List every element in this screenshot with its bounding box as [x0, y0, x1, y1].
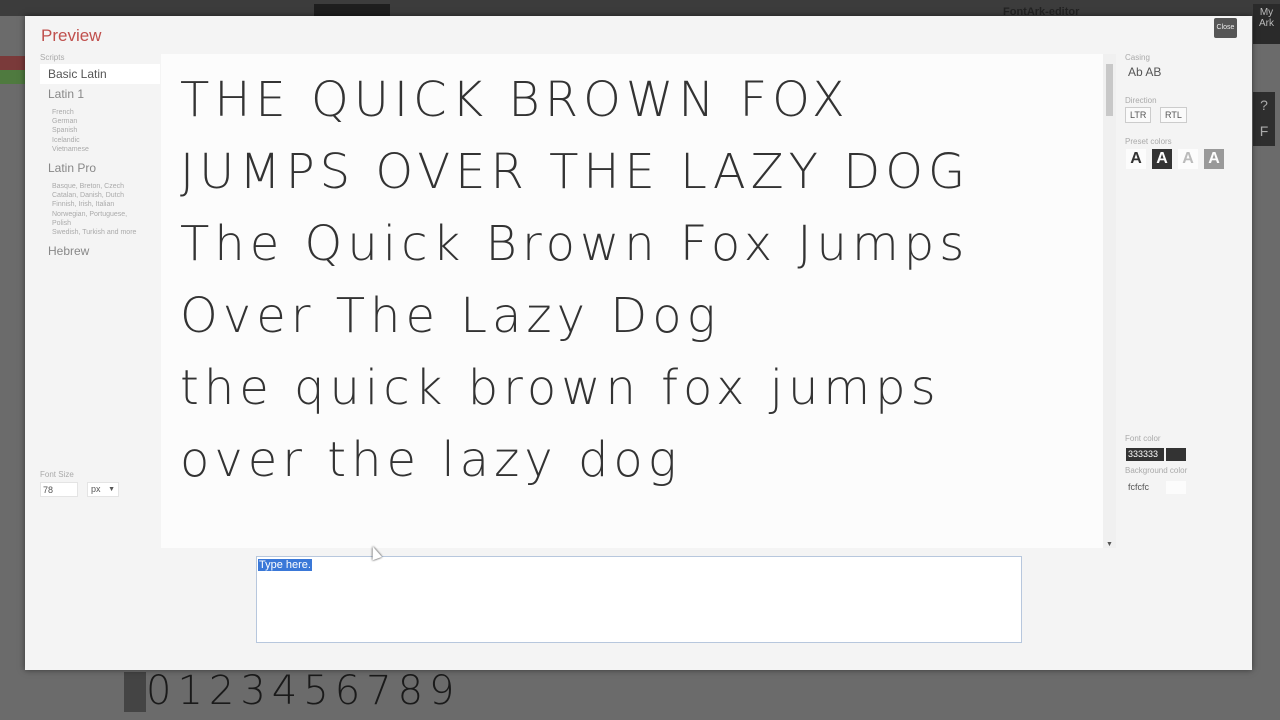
my-ark-button: My Ark [1253, 4, 1280, 44]
ltr-button[interactable]: LTR [1125, 107, 1152, 123]
scripts-label: Scripts [40, 53, 65, 62]
script-basic-latin[interactable]: Basic Latin [40, 64, 160, 84]
close-button[interactable]: Close [1214, 18, 1237, 38]
background-color-label: Background color [1125, 466, 1188, 475]
scrollbar-thumb[interactable] [1106, 64, 1113, 116]
language-item: Polish [52, 219, 72, 227]
help-icon: ? F [1253, 92, 1275, 146]
modal-title: Preview [41, 26, 102, 45]
preview-scrollbar[interactable]: ▼ [1103, 54, 1116, 548]
preview-line: JUMPS OVER THE LAZY DOG [180, 144, 971, 200]
preview-line: the quick brown fox jumps [180, 360, 941, 416]
custom-text-value: Type here. [258, 559, 312, 571]
preview-modal: Preview Close Scripts Basic Latin Latin … [25, 16, 1252, 670]
background-tab [314, 4, 390, 16]
font-color-swatch[interactable] [1166, 448, 1186, 461]
preset-light-on-grey[interactable]: A [1204, 149, 1224, 169]
script-latin-1-languages: French German Spanish Icelandic Vietname… [52, 108, 89, 154]
background-digit-box [124, 672, 146, 712]
rtl-button[interactable]: RTL [1160, 107, 1187, 123]
preset-dark-on-light[interactable]: A [1126, 149, 1146, 169]
preview-line: THE QUICK BROWN FOX [180, 72, 850, 128]
background-left-tab-2 [0, 70, 25, 84]
script-latin-pro[interactable]: Latin Pro [48, 161, 96, 175]
casing-toggle[interactable]: Ab AB [1128, 65, 1161, 79]
font-size-unit-select[interactable]: px ▼ [87, 482, 119, 497]
language-item: Finnish, Irish, Italian [52, 201, 115, 209]
font-color-input[interactable]: 333333 [1126, 448, 1164, 461]
language-item: Spanish [52, 127, 78, 135]
background-color-input[interactable]: fcfcfc [1128, 482, 1149, 492]
font-size-unit-value: px [91, 484, 101, 494]
language-item: Swedish, Turkish and more [52, 229, 137, 237]
custom-text-input[interactable]: Type here. [256, 556, 1022, 643]
language-item: French [52, 109, 74, 116]
language-item: Norwegian, Portuguese, [52, 210, 128, 218]
dropdown-arrow-icon: ▼ [108, 486, 115, 493]
background-digits: 0123456789 [146, 668, 461, 714]
casing-label: Casing [1125, 53, 1150, 62]
scroll-down-arrow-icon[interactable]: ▼ [1106, 541, 1113, 548]
script-hebrew[interactable]: Hebrew [48, 244, 89, 258]
background-topbar [0, 0, 1280, 16]
language-item: Catalan, Danish, Dutch [52, 192, 124, 200]
preset-light-on-dark[interactable]: A [1152, 149, 1172, 169]
preset-colors-label: Preset colors [1125, 137, 1172, 146]
font-color-label: Font color [1125, 434, 1161, 443]
direction-label: Direction [1125, 96, 1157, 105]
font-preview-area: THE QUICK BROWN FOX JUMPS OVER THE LAZY … [161, 54, 1103, 548]
script-latin-pro-languages: Basque, Breton, Czech Catalan, Danish, D… [52, 182, 136, 237]
preview-line: The Quick Brown Fox Jumps [180, 216, 970, 272]
language-item: Vietnamese [52, 145, 89, 153]
language-item: Icelandic [52, 136, 80, 144]
language-item: German [52, 118, 78, 126]
preset-grey-on-light[interactable]: A [1178, 149, 1198, 169]
preview-line: over the lazy dog [180, 432, 682, 488]
language-item: Basque, Breton, Czech [52, 183, 124, 190]
script-latin-1[interactable]: Latin 1 [48, 87, 84, 101]
preview-line: Over The Lazy Dog [180, 288, 721, 344]
background-color-swatch[interactable] [1166, 481, 1186, 494]
font-size-input[interactable]: 78 [40, 482, 78, 497]
font-size-label: Font Size [40, 470, 74, 479]
